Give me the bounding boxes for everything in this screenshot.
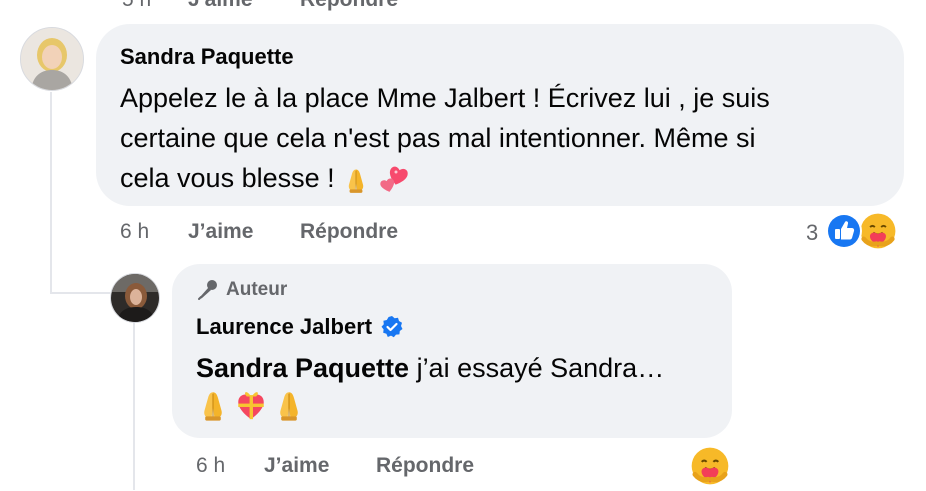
author-badge-label: Auteur [226, 279, 288, 300]
author-badge: Auteur [196, 278, 287, 302]
care-icon [690, 446, 730, 486]
reply-text-body: j’ai essayé Sandra… [409, 353, 665, 383]
thread-line [50, 92, 52, 292]
reply-bubble: Auteur Laurence Jalbert Sandra Paquette … [172, 264, 732, 438]
comment-text-tail: cela vous blesse ! [120, 163, 335, 193]
heart-with-ribbon-emoji [238, 392, 264, 420]
reply-author-row: Laurence Jalbert [196, 314, 404, 340]
comment-text-line: certaine que cela n'est pas mal intentio… [120, 123, 756, 153]
verified-badge-icon [381, 316, 403, 338]
thread-line-reply [133, 322, 135, 490]
comment-time-previous: 5 h [122, 0, 151, 12]
comment-text-line: cela vous blesse ! [120, 158, 890, 198]
avatar-photo [21, 28, 83, 90]
like-link[interactable]: J’aime [188, 220, 253, 244]
care-reaction-icon[interactable] [859, 212, 897, 250]
reply-reply-link[interactable]: Répondre [376, 454, 474, 478]
comment-bubble: Sandra Paquette Appelez le à la place Mm… [96, 24, 904, 206]
avatar-photo [111, 274, 159, 322]
reply-text: Sandra Paquette j’ai essayé Sandra… [196, 348, 664, 388]
comment-time[interactable]: 6 h [120, 220, 149, 244]
reply-avatar[interactable] [110, 273, 160, 323]
comment-text-line: Appelez le à la place Mme Jalbert ! Écri… [120, 83, 770, 113]
care-icon [859, 212, 897, 250]
like-reaction-icon[interactable] [826, 213, 862, 249]
thumbs-up-icon [828, 215, 860, 247]
care-reaction-icon[interactable] [690, 446, 730, 486]
like-link-previous[interactable]: J'aime [188, 0, 253, 12]
folded-hands-emoji [279, 391, 299, 422]
thread-elbow [50, 292, 110, 294]
comment-text: Appelez le à la place Mme Jalbert ! Écri… [120, 78, 890, 198]
folded-hands-emoji [348, 168, 364, 194]
avatar[interactable] [20, 27, 84, 91]
reply-time[interactable]: 6 h [196, 454, 225, 478]
reply-author[interactable]: Laurence Jalbert [196, 314, 372, 340]
reply-link-previous[interactable]: Répondre [300, 0, 398, 12]
reaction-count[interactable]: 3 [806, 220, 818, 246]
comment-author[interactable]: Sandra Paquette [120, 44, 294, 70]
microphone-icon [198, 280, 217, 300]
reply-link[interactable]: Répondre [300, 220, 398, 244]
folded-hands-emoji [203, 391, 223, 422]
reply-emojis [196, 388, 306, 422]
two-hearts-emoji [379, 166, 408, 192]
reply-like-link[interactable]: J’aime [264, 454, 329, 478]
mention-link[interactable]: Sandra Paquette [196, 353, 409, 383]
